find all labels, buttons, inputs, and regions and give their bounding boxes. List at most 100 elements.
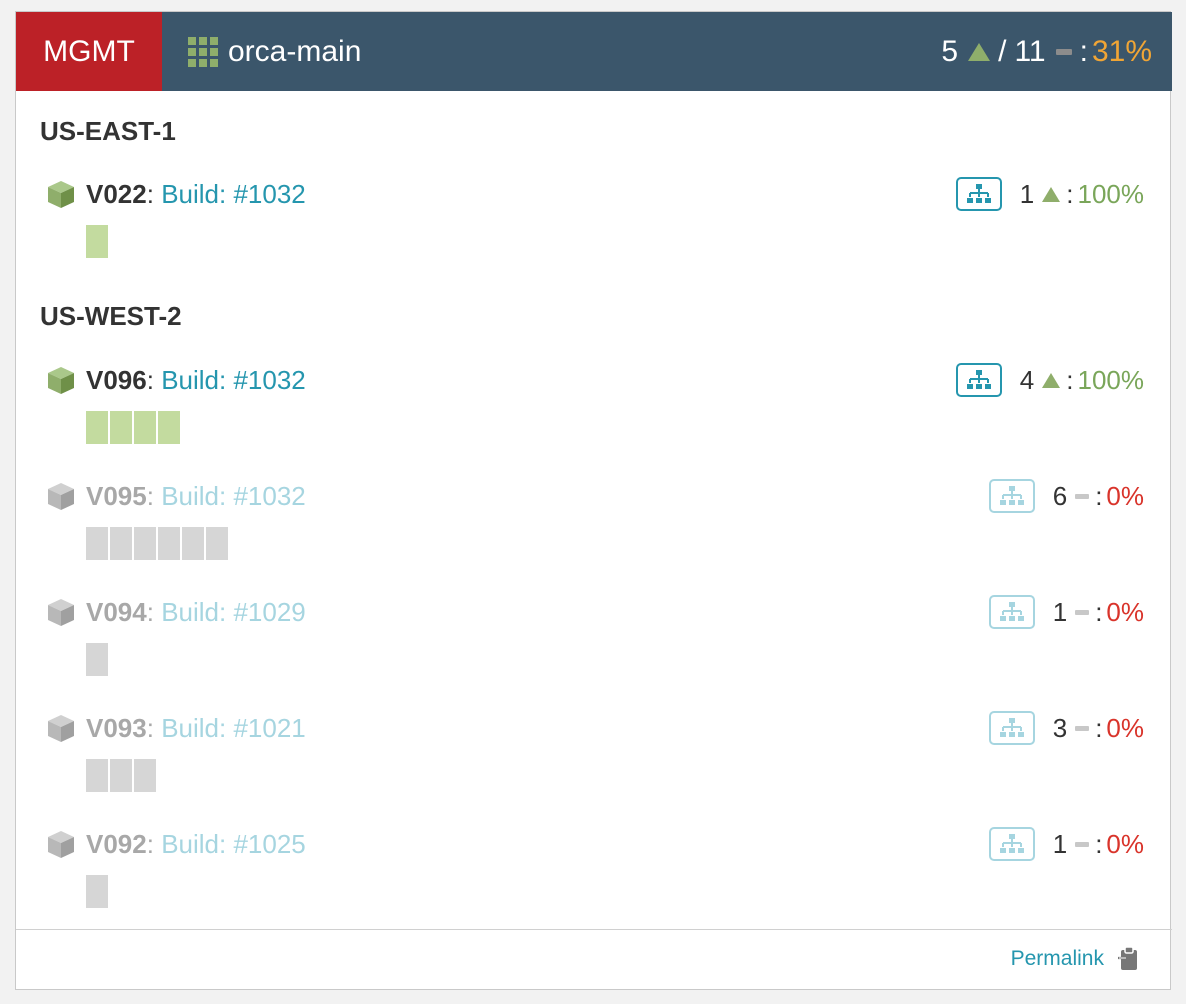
name-colon: : [146,597,162,627]
region-heading: US-EAST-1 [40,116,176,146]
instance-list [86,875,110,908]
instance-list [86,225,110,258]
build-link[interactable]: Build: #1021 [161,713,306,743]
region-heading: US-WEST-2 [40,301,182,331]
server-group-name[interactable]: V092: Build: #1025 [86,825,306,863]
build-link[interactable]: Build: #1032 [161,481,306,511]
server-group-name[interactable]: V095: Build: #1032 [86,477,306,515]
card-footer: Permalink [16,929,1172,991]
dash-icon [1055,48,1072,55]
instance-box[interactable] [206,527,228,560]
server-group-cube-icon [48,483,74,510]
name-colon: : [146,481,162,511]
instance-box[interactable] [86,875,108,908]
cluster-card: MGMT orca-main 5 / 11 : 31% Permalink US… [15,11,1172,991]
instance-box[interactable] [86,411,108,444]
load-balancer-button[interactable] [988,479,1035,513]
load-balancer-button[interactable] [988,711,1035,745]
server-group-health: 1:0% [988,825,1144,863]
cluster-header: MGMT orca-main 5 / 11 : 31% [16,12,1172,91]
health-summary: 5 / 11 : 31% [941,12,1152,91]
clipboard-icon [1118,946,1137,970]
health-percent: 0% [1106,596,1144,627]
instance-box[interactable] [182,527,204,560]
health-colon: : [1095,596,1103,627]
instance-list [86,643,110,676]
server-group-name[interactable]: V096: Build: #1032 [86,361,306,399]
health-percent: 0% [1106,480,1144,511]
instance-count: 6 [1052,480,1068,511]
dash-icon [1075,841,1090,847]
health-colon: : [1095,480,1103,511]
server-group-version: V094 [86,597,147,627]
server-group-health: 1:0% [988,593,1144,631]
server-group-name[interactable]: V094: Build: #1029 [86,593,306,631]
separator: / [998,34,1007,68]
instance-box[interactable] [86,759,108,792]
server-group-cube-icon [48,831,74,858]
permalink-link[interactable]: Permalink [1011,946,1142,972]
server-group-health: 4:100% [955,361,1145,399]
environment-badge[interactable]: MGMT [16,12,162,91]
server-group-cube-icon [48,181,74,208]
build-link[interactable]: Build: #1029 [161,597,306,627]
build-link[interactable]: Build: #1032 [161,179,306,209]
server-group-cube-icon [48,715,74,742]
server-group-cube-icon [48,367,74,394]
instance-box[interactable] [110,411,132,444]
dash-icon [1075,609,1090,615]
server-group-name[interactable]: V093: Build: #1021 [86,709,306,747]
server-group-cube-icon [48,599,74,626]
instance-count: 3 [1052,712,1068,743]
total-count: 11 [1014,34,1046,68]
name-colon: : [146,829,162,859]
load-balancer-button[interactable] [988,827,1035,861]
summary-colon: : [1079,34,1088,68]
health-percent: 0% [1106,828,1144,859]
instance-box[interactable] [134,527,156,560]
instance-box[interactable] [158,527,180,560]
load-balancer-icon [966,184,991,203]
up-triangle-icon [1042,372,1061,388]
load-balancer-icon [999,718,1024,737]
dash-icon [1075,493,1090,499]
server-group-version: V095 [86,481,147,511]
server-group-name[interactable]: V022: Build: #1032 [86,175,306,213]
instance-box[interactable] [134,411,156,444]
instance-list [86,527,230,560]
instance-box[interactable] [110,527,132,560]
server-group-health: 3:0% [988,709,1144,747]
load-balancer-icon [966,370,991,389]
instance-box[interactable] [86,225,108,258]
instance-box[interactable] [86,643,108,676]
up-triangle-icon [1042,186,1061,202]
dash-icon [1075,725,1090,731]
load-balancer-button[interactable] [955,363,1002,397]
instance-box[interactable] [158,411,180,444]
name-colon: : [146,179,162,209]
name-colon: : [146,365,162,395]
instance-count: 4 [1019,364,1035,395]
health-percent: 0% [1106,712,1144,743]
load-balancer-icon [999,486,1024,505]
instance-list [86,759,158,792]
server-group-health: 1:100% [955,175,1144,213]
up-triangle-icon [968,42,991,61]
server-group-version: V022 [86,179,147,209]
instance-box[interactable] [110,759,132,792]
name-colon: : [146,713,162,743]
load-balancer-button[interactable] [988,595,1035,629]
load-balancer-button[interactable] [955,177,1002,211]
instance-box[interactable] [134,759,156,792]
instance-box[interactable] [86,527,108,560]
build-link[interactable]: Build: #1025 [161,829,306,859]
health-percent: 100% [1077,364,1145,395]
app-name: orca-main [228,34,362,68]
server-group-health: 6:0% [988,477,1144,515]
instance-list [86,411,182,444]
server-group-version: V093 [86,713,147,743]
health-colon: : [1095,828,1103,859]
application-title[interactable]: orca-main [188,12,361,91]
build-link[interactable]: Build: #1032 [161,365,306,395]
health-colon: : [1066,178,1074,209]
